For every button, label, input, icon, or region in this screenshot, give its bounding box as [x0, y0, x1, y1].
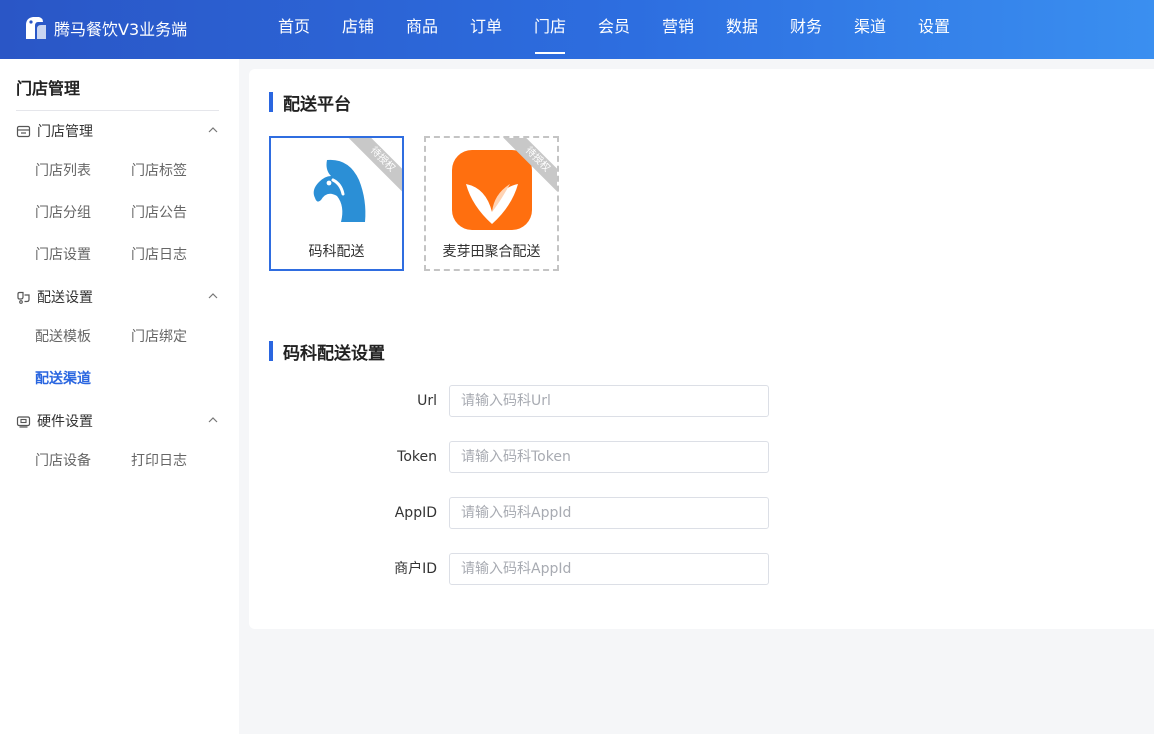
nav-home[interactable]: 首页 [262, 0, 326, 59]
url-input[interactable] [449, 385, 769, 417]
sidebar-item-print-logs[interactable]: 打印日志 [131, 450, 187, 470]
form-row-merchant-id: 商户ID [249, 553, 1154, 585]
sidebar-group-delivery-settings[interactable]: 配送设置 [16, 286, 219, 308]
sidebar-item-store-notice[interactable]: 门店公告 [131, 202, 187, 222]
nav-data[interactable]: 数据 [710, 0, 774, 59]
nav-members[interactable]: 会员 [582, 0, 646, 59]
top-nav: 首页 店铺 商品 订单 门店 会员 营销 数据 财务 渠道 设置 [262, 0, 966, 59]
token-input[interactable] [449, 441, 769, 473]
sidebar-item-store-list[interactable]: 门店列表 [35, 160, 91, 180]
brand[interactable]: 腾马餐饮V3业务端 [22, 14, 187, 42]
sidebar-group-label: 配送设置 [37, 290, 93, 306]
merchant-id-label: 商户ID [394, 561, 437, 577]
platform-name: 码科配送 [308, 244, 365, 260]
chevron-up-icon [208, 417, 218, 423]
nav-marketing[interactable]: 营销 [646, 0, 710, 59]
sidebar-group-label: 门店管理 [37, 124, 93, 140]
top-header: 腾马餐饮V3业务端 首页 店铺 商品 订单 门店 会员 营销 数据 财务 渠道 … [0, 0, 1154, 59]
maiyatian-logo-icon [451, 150, 532, 230]
app-name: 腾马餐饮V3业务端 [54, 20, 188, 39]
form-row-appid: AppID [249, 497, 1154, 529]
settings-section-title: 码科配送设置 [269, 341, 385, 364]
platform-card-maiyatian[interactable]: 麦芽田聚合配送 待授权 [424, 136, 559, 271]
merchant-id-input[interactable] [449, 553, 769, 585]
sidebar: 门店管理 门店管理 门店列表 门店标签 门店分组 门店公告 门店设置 门店日志 … [0, 59, 239, 734]
delivery-icon [17, 291, 30, 304]
sidebar-title: 门店管理 [16, 79, 81, 98]
sidebar-item-store-settings[interactable]: 门店设置 [35, 244, 91, 264]
platform-section-title: 配送平台 [269, 92, 351, 115]
sidebar-item-store-binding[interactable]: 门店绑定 [131, 326, 187, 346]
form-row-url: Url [249, 385, 1154, 417]
sidebar-item-store-logs[interactable]: 门店日志 [131, 244, 187, 264]
nav-stores[interactable]: 门店 [518, 0, 582, 59]
chevron-up-icon [208, 293, 218, 299]
sidebar-item-delivery-templates[interactable]: 配送模板 [35, 326, 91, 346]
nav-orders[interactable]: 订单 [454, 0, 518, 59]
hardware-icon [16, 415, 31, 428]
token-label: Token [397, 449, 437, 465]
platform-name: 麦芽田聚合配送 [442, 244, 541, 260]
sidebar-divider [16, 110, 219, 111]
chevron-up-icon [208, 127, 218, 133]
nav-finance[interactable]: 财务 [774, 0, 838, 59]
sidebar-group-hardware-settings[interactable]: 硬件设置 [16, 410, 219, 432]
main-card: 配送平台 码科配送 待授权 麦芽田聚合配送 待授权 码科配送设置 Url Tok… [249, 69, 1154, 629]
url-label: Url [417, 393, 437, 409]
appid-input[interactable] [449, 497, 769, 529]
sidebar-group-label: 硬件设置 [37, 414, 93, 430]
tengma-logo-icon [26, 17, 46, 39]
nav-goods[interactable]: 商品 [390, 0, 454, 59]
sidebar-group-store-management[interactable]: 门店管理 [16, 120, 219, 142]
horse-logo-icon [313, 159, 365, 222]
nav-channels[interactable]: 渠道 [838, 0, 902, 59]
store-icon [16, 125, 31, 137]
sidebar-item-store-tags[interactable]: 门店标签 [131, 160, 187, 180]
nav-settings[interactable]: 设置 [902, 0, 966, 59]
sidebar-item-store-devices[interactable]: 门店设备 [35, 450, 91, 470]
appid-label: AppID [394, 505, 437, 521]
sidebar-item-delivery-channels[interactable]: 配送渠道 [35, 368, 91, 388]
nav-shop[interactable]: 店铺 [326, 0, 390, 59]
form-row-token: Token [249, 441, 1154, 473]
platform-card-make[interactable]: 码科配送 待授权 [269, 136, 404, 271]
sidebar-item-store-groups[interactable]: 门店分组 [35, 202, 91, 222]
